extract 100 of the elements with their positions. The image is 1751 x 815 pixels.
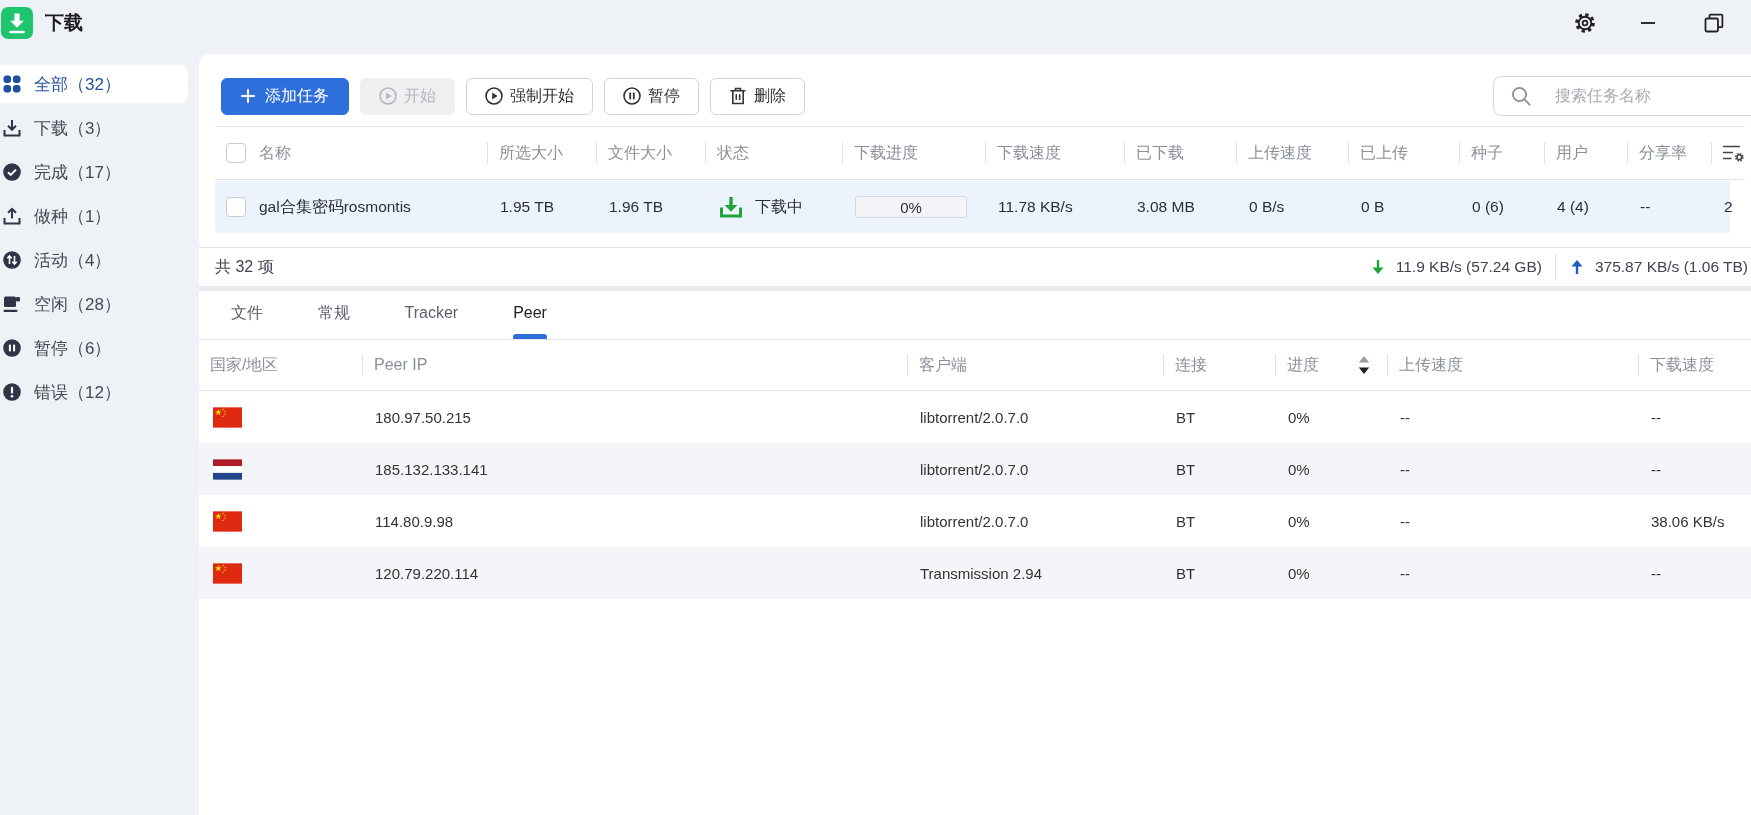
column-header[interactable]: 所选大小 bbox=[499, 142, 563, 164]
table-cell: 114.80.9.98 bbox=[375, 512, 454, 530]
table-cell: 0 B/s bbox=[1249, 198, 1285, 216]
column-header[interactable]: 国家/地区 bbox=[210, 354, 279, 376]
download-total: 11.9 KB/s (57.24 GB) bbox=[1395, 258, 1542, 276]
table-cell: 38.06 KB/s bbox=[1651, 512, 1725, 530]
netherlands-flag-icon bbox=[213, 458, 242, 480]
table-cell: 185.132.133.141 bbox=[375, 460, 488, 478]
table-cell: 0 B bbox=[1361, 198, 1385, 216]
table-cell-text: gal合集密码rosmontis bbox=[259, 196, 411, 217]
table-cell: 0% bbox=[1288, 460, 1310, 478]
upload-icon bbox=[3, 207, 21, 225]
china-flag-icon bbox=[213, 406, 242, 428]
table-cell: Transmission 2.94 bbox=[920, 564, 1042, 582]
column-settings-icon[interactable] bbox=[1722, 144, 1744, 162]
table-cell: 0 (6) bbox=[1472, 198, 1504, 216]
column-header[interactable]: 用户 bbox=[1556, 142, 1588, 164]
table-cell: 120.79.220.114 bbox=[375, 564, 479, 582]
detail-tab[interactable]: Peer bbox=[485, 291, 575, 339]
column-header[interactable]: 上传速度 bbox=[1248, 142, 1312, 164]
sidebar-item[interactable]: 完成（17） bbox=[0, 153, 188, 191]
table-cell: 11.78 KB/s bbox=[998, 198, 1073, 216]
task-row[interactable]: gal合集密码rosmontis 1.95 TB 1.96 TB 下载中 0% 11.78 KB/s 3.08 MB 0 B/s 0 B 0 (6) 4 (4) -- 2 bbox=[215, 181, 1730, 233]
status-text: 下载中 bbox=[755, 196, 803, 217]
search-icon bbox=[1511, 86, 1531, 106]
detail-tab[interactable]: Tracker bbox=[377, 291, 486, 339]
table-cell: -- bbox=[1400, 512, 1410, 530]
download-icon bbox=[3, 119, 21, 137]
table-cell: 3.08 MB bbox=[1137, 198, 1195, 216]
trash-icon bbox=[729, 87, 747, 105]
table-cell: 2 bbox=[1724, 198, 1733, 216]
column-header[interactable]: 客户端 bbox=[919, 354, 967, 376]
progress-percent: 0% bbox=[900, 198, 922, 216]
sidebar-item[interactable]: 下载（3） bbox=[0, 109, 188, 147]
sidebar-item[interactable]: 错误（12） bbox=[0, 373, 188, 411]
download-arrow-icon bbox=[1370, 259, 1385, 275]
settings-icon[interactable] bbox=[1575, 13, 1595, 33]
sort-icon[interactable] bbox=[1358, 355, 1370, 375]
pause-icon bbox=[623, 87, 641, 105]
table-cell: libtorrent/2.0.7.0 bbox=[920, 512, 1029, 530]
table-cell: BT bbox=[1176, 512, 1196, 530]
sidebar-item[interactable]: 空闲（28） bbox=[0, 285, 188, 323]
pause-button[interactable]: 暂停 bbox=[604, 77, 699, 115]
play-icon bbox=[485, 87, 503, 105]
table-cell: 1.96 TB bbox=[609, 198, 663, 216]
add-task-button[interactable]: 添加任务 bbox=[221, 77, 349, 115]
pause-icon bbox=[3, 339, 21, 357]
table-cell: 4 (4) bbox=[1557, 198, 1589, 216]
table-cell: BT bbox=[1176, 408, 1196, 426]
transfer-icon bbox=[3, 251, 21, 269]
column-header[interactable]: 文件大小 bbox=[608, 142, 672, 164]
item-count: 共 32 项 bbox=[215, 256, 274, 277]
column-header[interactable]: 下载进度 bbox=[854, 142, 918, 164]
cup-icon bbox=[3, 295, 21, 313]
row-checkbox[interactable] bbox=[226, 197, 246, 217]
start-button[interactable]: 强制开始 bbox=[466, 77, 593, 115]
table-cell: -- bbox=[1640, 198, 1651, 216]
sidebar-item[interactable]: 做种（1） bbox=[0, 197, 188, 235]
table-cell: BT bbox=[1176, 460, 1196, 478]
window-title: 下载 bbox=[45, 11, 83, 35]
china-flag-icon bbox=[213, 510, 242, 532]
column-header[interactable]: 已下载 bbox=[1136, 142, 1184, 164]
sidebar-item[interactable]: 全部（32） bbox=[0, 65, 188, 103]
check-circle-icon bbox=[3, 163, 21, 181]
search-field[interactable]: 搜索任务名称 bbox=[1493, 76, 1751, 116]
upload-arrow-icon bbox=[1569, 259, 1584, 275]
detail-tab[interactable]: 常规 bbox=[290, 291, 377, 339]
china-flag-icon bbox=[213, 562, 242, 584]
column-header[interactable]: 状态 bbox=[717, 142, 749, 164]
restore-icon[interactable] bbox=[1704, 13, 1724, 33]
column-header[interactable]: Peer IP bbox=[374, 356, 428, 374]
table-cell: libtorrent/2.0.7.0 bbox=[920, 460, 1029, 478]
table-cell: -- bbox=[1651, 408, 1661, 426]
alert-icon bbox=[3, 383, 21, 401]
table-cell: -- bbox=[1400, 564, 1410, 582]
sidebar-item[interactable]: 活动（4） bbox=[0, 241, 188, 279]
column-header[interactable]: 名称 bbox=[259, 142, 291, 164]
table-cell: -- bbox=[1651, 460, 1661, 478]
column-header[interactable]: 已上传 bbox=[1360, 142, 1408, 164]
column-header[interactable]: 上传速度 bbox=[1399, 354, 1463, 376]
delete-button[interactable]: 删除 bbox=[710, 77, 805, 115]
column-header[interactable]: 种子 bbox=[1471, 142, 1503, 164]
table-cell: 0% bbox=[1288, 408, 1310, 426]
column-header[interactable]: 分享率 bbox=[1639, 142, 1687, 164]
select-all-checkbox[interactable] bbox=[226, 143, 246, 163]
table-cell: 180.97.50.215 bbox=[375, 408, 471, 426]
column-header[interactable]: 连接 bbox=[1175, 354, 1207, 376]
grid-icon bbox=[3, 75, 21, 93]
upload-total: 375.87 KB/s (1.06 TB) bbox=[1594, 258, 1748, 276]
app-logo-icon bbox=[1, 7, 33, 39]
plus-icon bbox=[241, 89, 255, 103]
table-cell: BT bbox=[1176, 564, 1196, 582]
column-header[interactable]: 下载速度 bbox=[1650, 354, 1714, 376]
column-header[interactable]: 下载速度 bbox=[997, 142, 1061, 164]
download-icon bbox=[719, 196, 743, 218]
column-header[interactable]: 进度 bbox=[1287, 354, 1319, 376]
detail-tab[interactable]: 文件 bbox=[203, 291, 290, 339]
play-icon bbox=[379, 87, 397, 105]
table-cell: -- bbox=[1400, 460, 1410, 478]
sidebar-item[interactable]: 暂停（6） bbox=[0, 329, 188, 367]
